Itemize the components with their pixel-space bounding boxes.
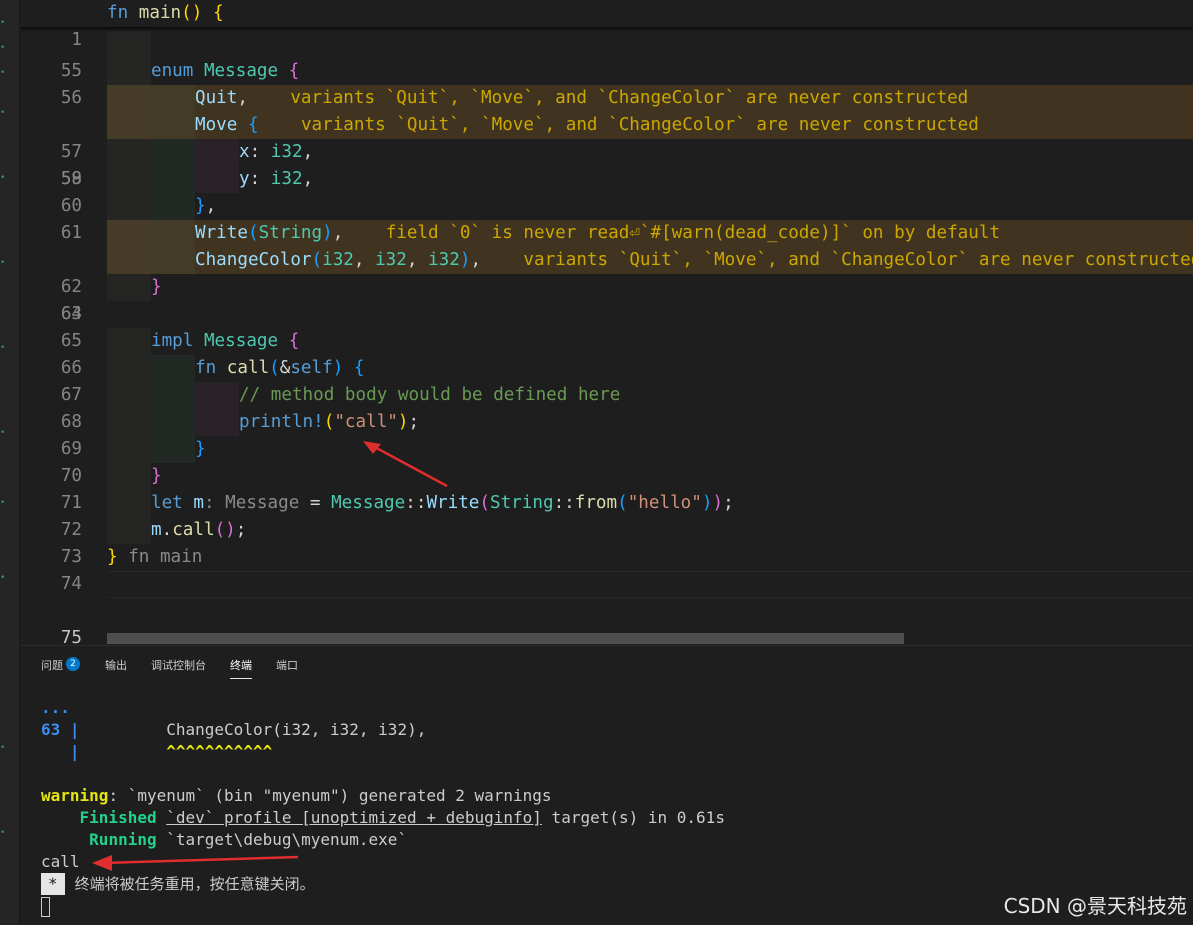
finished-label: Finished	[79, 808, 157, 827]
code-line[interactable]: 71 }	[20, 463, 1193, 513]
sticky-scroll-header[interactable]: 1 fn main() {	[20, 0, 1193, 50]
problems-count-badge: 2	[66, 657, 80, 671]
current-line-highlight	[107, 571, 1193, 598]
code-line[interactable]: 67 fn call(&self) {	[20, 355, 1193, 405]
scm-change-marker: •	[0, 743, 6, 753]
tab-debug-console[interactable]: 调试控制台	[151, 657, 206, 673]
tab-output[interactable]: 输出	[105, 657, 127, 673]
scm-change-marker: •	[0, 343, 6, 353]
code-line[interactable]: 75	[20, 571, 1193, 645]
code-line[interactable]: 72 let m: Message = Message::Write(Strin…	[20, 490, 1193, 540]
tab-ports[interactable]: 端口	[276, 657, 298, 673]
code-line[interactable]: 59 x: i32,	[20, 139, 1193, 189]
code-line[interactable]: 64 }	[20, 274, 1193, 324]
scm-change-marker: •	[0, 573, 6, 583]
closing-brace-hint: fn main	[128, 547, 203, 567]
inline-diagnostic: field `0` is never read⏎`#[warn(dead_cod…	[385, 223, 1001, 243]
csdn-watermark: CSDN @景天科技苑	[1003, 894, 1187, 918]
terminal-ellipsis: ...	[41, 698, 70, 717]
inline-diagnostic: variants `Quit`, `Move`, and `ChangeColo…	[290, 88, 969, 108]
annotation-arrow-output	[92, 855, 299, 871]
inline-diagnostic: variants `Quit`, `Move`, and `ChangeColo…	[300, 115, 979, 135]
code-line[interactable]: 66 impl Message {	[20, 328, 1193, 378]
bottom-panel: 问题 2 输出 调试控制台 终端 端口 ... 63 | ChangeColor(…	[20, 645, 1193, 925]
code-line[interactable]: 73 m.call();	[20, 517, 1193, 567]
panel-tabs: 问题 2 输出 调试控制台 终端 端口	[20, 646, 1193, 682]
scm-change-marker: •	[0, 173, 6, 183]
scm-change-marker: •	[0, 828, 6, 838]
warning-label: warning	[41, 786, 109, 805]
activity-bar: • • • • • • • • • • • •	[0, 0, 20, 925]
code-line[interactable]: 56 enum Message {	[20, 58, 1193, 108]
code-line[interactable]: 68 // method body would be defined here	[20, 382, 1193, 432]
tab-terminal[interactable]: 终端	[230, 657, 252, 679]
task-star-marker: *	[41, 873, 65, 895]
scm-change-marker: •	[0, 108, 6, 118]
tab-problems[interactable]: 问题 2	[41, 657, 80, 673]
sticky-code: fn main() {	[107, 3, 224, 23]
code-line[interactable]: 74 } fn main	[20, 544, 1193, 594]
code-line[interactable]: 55	[20, 31, 1193, 81]
scm-change-marker: •	[0, 18, 6, 28]
annotation-arrow-code	[363, 441, 448, 488]
scm-change-marker: •	[0, 68, 6, 78]
code-line[interactable]: 69 println!("call");	[20, 409, 1193, 459]
line-number: 1	[71, 30, 82, 50]
terminal-reuse-message: 终端将被任务重用，按任意键关闭。	[74, 875, 315, 893]
terminal-code-snippet: ChangeColor(i32, i32, i32),	[166, 720, 427, 739]
code-line[interactable]: 60 y: i32,	[20, 166, 1193, 216]
terminal-cursor	[41, 897, 50, 917]
code-line[interactable]: 61 },	[20, 193, 1193, 243]
code-line[interactable]: 58 Move { variants `Quit`, `Move`, and `…	[20, 112, 1193, 189]
code-line[interactable]: 65	[20, 301, 1193, 351]
scm-change-marker: •	[0, 428, 6, 438]
line-number: 75	[60, 628, 82, 645]
type-inlay-hint: : Message	[203, 493, 300, 513]
code-line[interactable]: 70 }	[20, 436, 1193, 486]
scm-change-marker: •	[0, 258, 6, 268]
scm-change-marker: •	[0, 498, 6, 508]
code-line[interactable]: 57 Quit, variants `Quit`, `Move`, and `C…	[20, 85, 1193, 162]
scm-change-marker: •	[0, 43, 6, 53]
inline-diagnostic: variants `Quit`, `Move`, and `ChangeColo…	[523, 250, 1193, 270]
code-editor[interactable]: 1 fn main() { 55 56 enum Message { 57 Qu…	[20, 0, 1193, 645]
code-line[interactable]: 62 Write(String), field `0` is never rea…	[20, 220, 1193, 297]
program-output: call	[41, 852, 80, 871]
code-line[interactable]: 63 ChangeColor(i32, i32, i32), variants …	[20, 247, 1193, 324]
terminal-carets: ^^^^^^^^^^^	[166, 742, 273, 761]
horizontal-scrollbar[interactable]	[107, 633, 904, 644]
